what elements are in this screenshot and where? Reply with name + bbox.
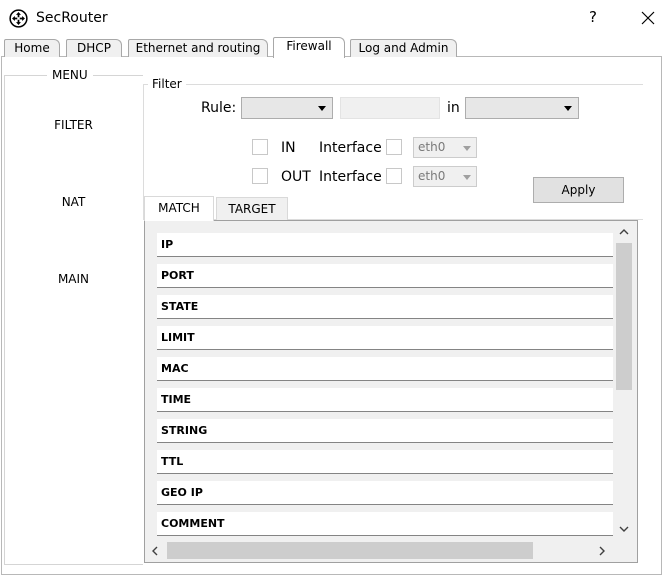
menu-title: MENU	[47, 68, 93, 82]
tab-label: Log and Admin	[358, 41, 449, 55]
scroll-down-icon[interactable]	[616, 521, 632, 537]
menu-item-main[interactable]: MAIN	[4, 272, 143, 286]
scroll-left-icon[interactable]	[147, 543, 163, 559]
list-item-string[interactable]: STRING	[157, 419, 613, 443]
tab-label: Firewall	[286, 39, 332, 53]
scroll-right-icon[interactable]	[594, 543, 610, 559]
list-item-limit[interactable]: LIMIT	[157, 326, 613, 350]
subtab-match[interactable]: MATCH	[144, 196, 214, 221]
rule-text-field[interactable]	[340, 97, 440, 119]
menu-item-filter[interactable]: FILTER	[4, 118, 143, 132]
router-icon	[9, 9, 28, 28]
match-list: IP PORT STATE LIMIT MAC TIME STRING TTL …	[144, 220, 638, 563]
tab-label: Home	[14, 41, 50, 55]
tab-log-admin[interactable]: Log and Admin	[350, 39, 457, 57]
main-tab-bar: Home DHCP Ethernet and routing Firewall …	[0, 36, 663, 58]
chevron-down-icon	[564, 106, 572, 111]
subtab-target[interactable]: TARGET	[216, 197, 288, 221]
menu-group	[4, 75, 143, 565]
vertical-scroll-thumb[interactable]	[616, 243, 632, 390]
tab-label: DHCP	[77, 41, 111, 55]
list-item-mac[interactable]: MAC	[157, 357, 613, 381]
list-item-ttl[interactable]: TTL	[157, 450, 613, 474]
close-icon[interactable]	[638, 8, 658, 28]
scroll-corner	[614, 541, 633, 561]
in-interface-checkbox[interactable]	[386, 139, 402, 155]
out-interface-checkbox[interactable]	[386, 168, 402, 184]
out-checkbox[interactable]	[252, 168, 268, 184]
in-interface-select[interactable]: eth0	[413, 137, 477, 158]
tab-label: Ethernet and routing	[135, 41, 261, 55]
tab-home[interactable]: Home	[4, 39, 60, 57]
help-button[interactable]: ?	[584, 8, 602, 28]
chevron-down-icon	[463, 175, 471, 180]
in-interface-value: eth0	[418, 140, 446, 154]
rule-label: Rule:	[201, 100, 237, 116]
in-label: IN	[281, 140, 296, 156]
menu-item-nat[interactable]: NAT	[4, 195, 143, 209]
list-item-port[interactable]: PORT	[157, 264, 613, 288]
window-title: SecRouter	[36, 10, 108, 26]
tab-dhcp[interactable]: DHCP	[66, 39, 122, 57]
list-item-geo-ip[interactable]: GEO IP	[157, 481, 613, 505]
filter-title: Filter	[148, 77, 186, 91]
title-bar: SecRouter ?	[0, 0, 663, 36]
apply-button[interactable]: Apply	[533, 177, 624, 203]
out-interface-label: Interface	[319, 169, 382, 185]
out-interface-value: eth0	[418, 169, 446, 183]
chevron-down-icon	[463, 146, 471, 151]
out-interface-select[interactable]: eth0	[413, 166, 477, 187]
horizontal-scroll-thumb[interactable]	[167, 542, 533, 559]
in-checkbox[interactable]	[252, 139, 268, 155]
in-select[interactable]	[465, 97, 579, 119]
tab-ethernet-routing[interactable]: Ethernet and routing	[128, 39, 268, 57]
rule-select[interactable]	[241, 97, 333, 119]
in-interface-label: Interface	[319, 140, 382, 156]
scroll-up-icon[interactable]	[616, 224, 632, 240]
list-item-time[interactable]: TIME	[157, 388, 613, 412]
list-item-state[interactable]: STATE	[157, 295, 613, 319]
tab-firewall[interactable]: Firewall	[273, 37, 345, 58]
list-item-comment[interactable]: COMMENT	[157, 512, 613, 536]
in-label: in	[447, 100, 460, 116]
out-label: OUT	[281, 169, 311, 185]
chevron-down-icon	[318, 106, 326, 111]
list-item-ip[interactable]: IP	[157, 233, 613, 257]
